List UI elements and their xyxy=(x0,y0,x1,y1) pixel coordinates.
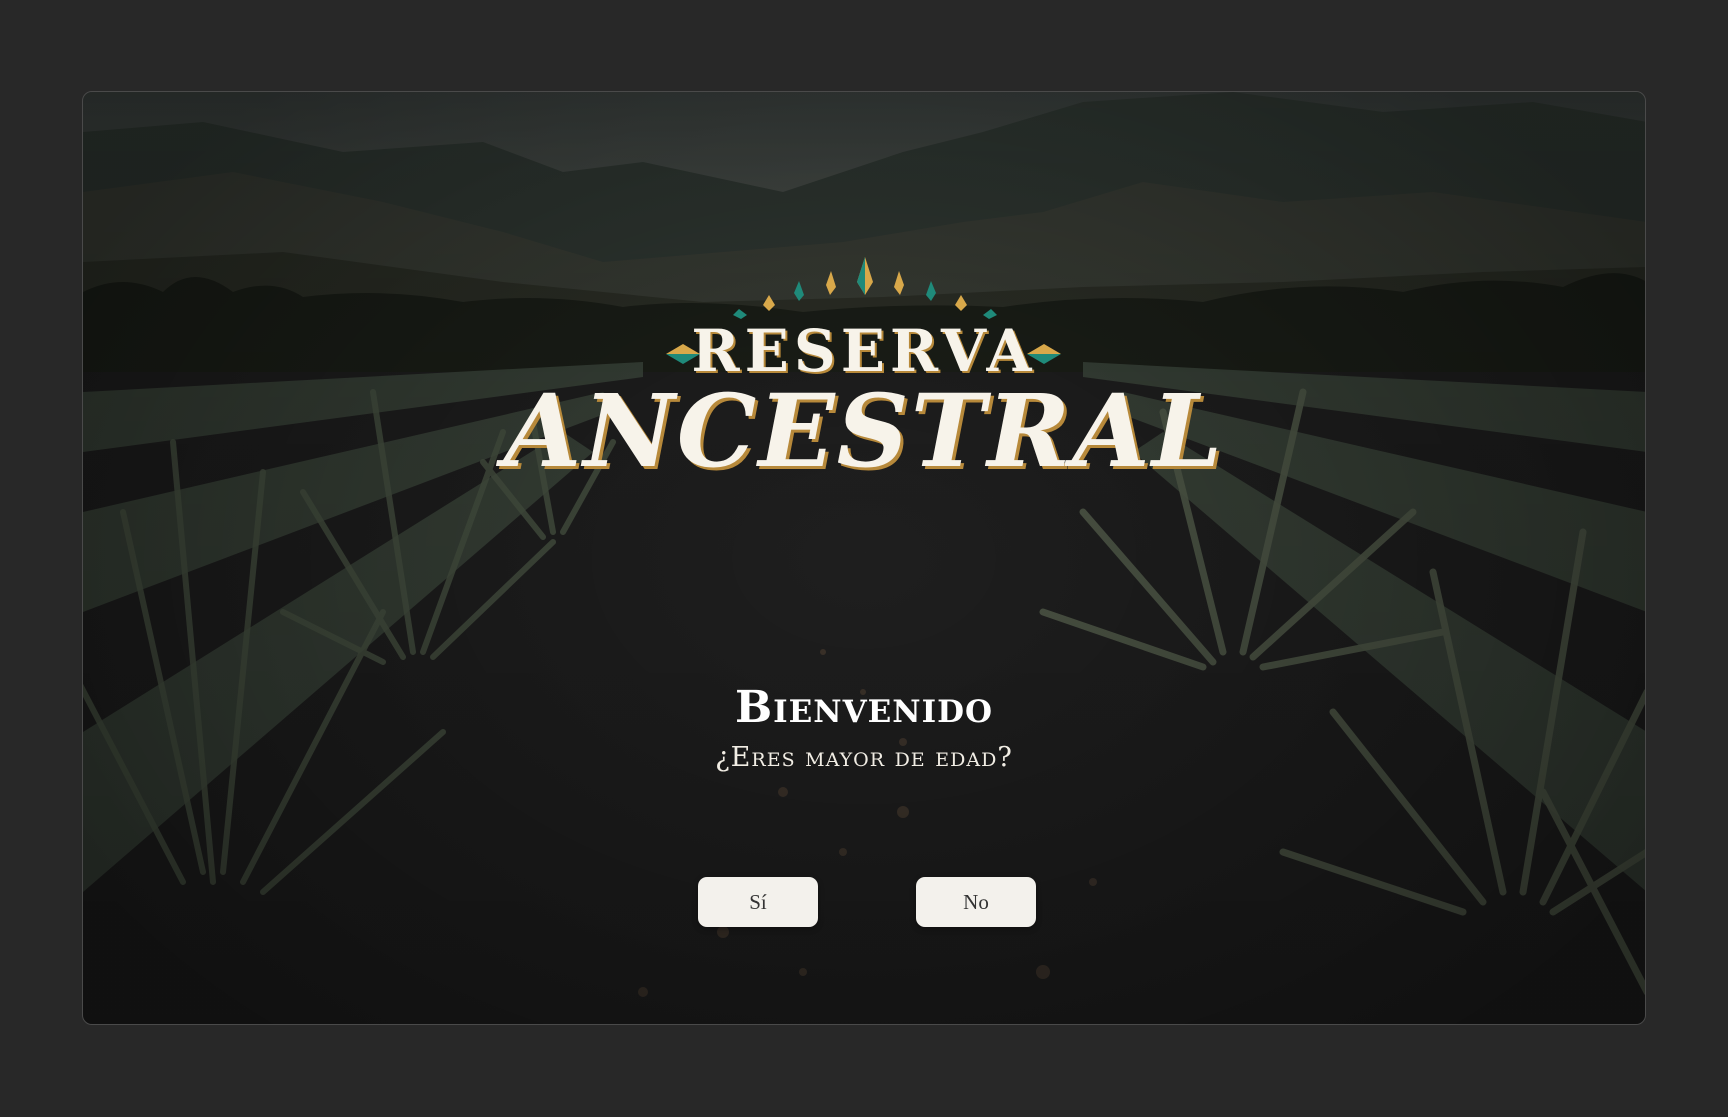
no-button[interactable]: No xyxy=(916,877,1036,927)
brand-logo: RESERVA ANCESTRAL xyxy=(83,257,1645,567)
yes-button[interactable]: Sí xyxy=(698,877,818,927)
brand-name-line2: ANCESTRAL xyxy=(503,372,1225,490)
welcome-title: Bienvenido xyxy=(734,682,994,733)
age-gate-modal: RESERVA ANCESTRAL Bienvenido ¿Eres mayor… xyxy=(82,91,1646,1025)
age-question: ¿Eres mayor de edad? xyxy=(715,742,1013,773)
